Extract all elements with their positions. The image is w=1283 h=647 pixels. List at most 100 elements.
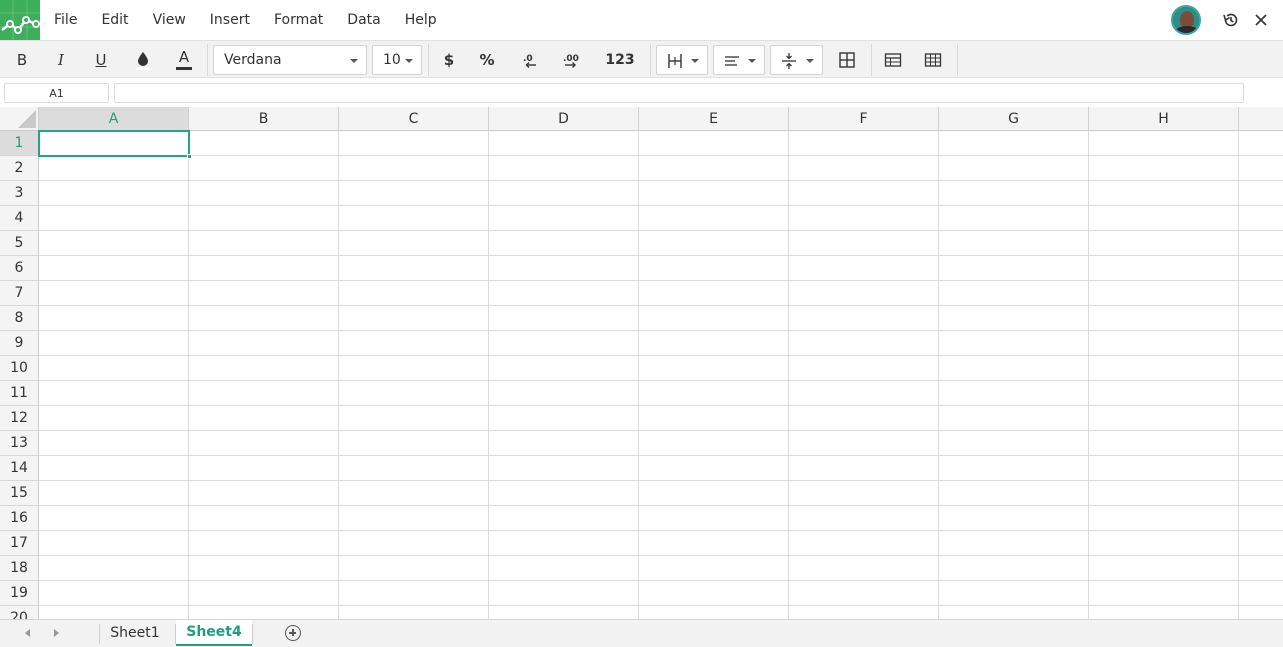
row-header-6[interactable]: 6 (0, 256, 39, 281)
currency-format-button[interactable]: $ (436, 41, 462, 79)
grid-row-line (39, 380, 1283, 381)
row-header-15[interactable]: 15 (0, 481, 39, 506)
sheet-tab-bar: Sheet1 Sheet4 (0, 619, 1283, 647)
toolbar-divider (428, 44, 429, 76)
row-header-20[interactable]: 20 (0, 606, 39, 619)
main-menu: File Edit View Insert Format Data Help (54, 0, 461, 40)
window-controls (1171, 2, 1273, 38)
selected-cell[interactable] (38, 130, 190, 157)
menu-file[interactable]: File (54, 12, 77, 28)
row-header-13[interactable]: 13 (0, 431, 39, 456)
svg-text:.0: .0 (523, 54, 533, 64)
menu-insert[interactable]: Insert (210, 12, 250, 28)
grid-row-line (39, 480, 1283, 481)
grid-row-line (39, 505, 1283, 506)
font-size-select[interactable]: 10 (372, 45, 422, 75)
select-all-corner[interactable] (0, 107, 39, 131)
formatting-toolbar: B I U A Verdana 10 $ % .0 .00 123 (0, 40, 1283, 78)
menu-format[interactable]: Format (274, 12, 323, 28)
column-header-filler (1239, 107, 1283, 131)
horizontal-align-dropdown[interactable] (713, 45, 765, 75)
grid-row-line (39, 605, 1283, 606)
menu-help[interactable]: Help (405, 12, 437, 28)
add-sheet-icon[interactable] (285, 625, 301, 641)
row-header-4[interactable]: 4 (0, 206, 39, 231)
row-header-2[interactable]: 2 (0, 156, 39, 181)
grid-row-line (39, 180, 1283, 181)
row-header-5[interactable]: 5 (0, 231, 39, 256)
toolbar-divider (650, 44, 651, 76)
user-avatar[interactable] (1171, 5, 1201, 35)
font-family-value: Verdana (224, 52, 282, 68)
number-format-button[interactable]: 123 (600, 41, 640, 79)
menu-view[interactable]: View (153, 12, 186, 28)
row-header-8[interactable]: 8 (0, 306, 39, 331)
column-header-d[interactable]: D (489, 107, 639, 131)
row-header-19[interactable]: 19 (0, 581, 39, 606)
row-header-14[interactable]: 14 (0, 456, 39, 481)
menu-data[interactable]: Data (347, 12, 380, 28)
chevron-down-icon (806, 59, 814, 63)
svg-text:.00: .00 (563, 54, 579, 64)
column-header-e[interactable]: E (639, 107, 789, 131)
row-header-10[interactable]: 10 (0, 356, 39, 381)
column-header-c[interactable]: C (339, 107, 489, 131)
freeze-rows-icon[interactable] (880, 41, 906, 79)
grid-row-line (39, 555, 1283, 556)
column-header-g[interactable]: G (939, 107, 1089, 131)
formula-input[interactable] (114, 83, 1244, 103)
app-logo-icon[interactable] (0, 0, 40, 40)
grid-row-line (39, 205, 1283, 206)
row-header-12[interactable]: 12 (0, 406, 39, 431)
toolbar-divider (207, 44, 208, 76)
grid-row-line (39, 280, 1283, 281)
toolbar-divider (957, 44, 958, 76)
prev-sheet-icon[interactable] (25, 629, 30, 637)
vertical-align-dropdown[interactable] (770, 45, 823, 75)
grid-row-line (39, 230, 1283, 231)
close-icon[interactable] (1249, 8, 1273, 32)
underline-button[interactable]: U (87, 41, 115, 79)
fill-handle[interactable] (187, 154, 192, 159)
sheet-tab-sheet1[interactable]: Sheet1 (100, 620, 170, 646)
row-header-16[interactable]: 16 (0, 506, 39, 531)
next-sheet-icon[interactable] (54, 629, 59, 637)
formula-bar: A1 (0, 79, 1283, 107)
align-left-icon (725, 56, 739, 66)
spreadsheet-grid[interactable]: A B C D E F G H 1 2 3 4 5 6 7 8 9 10 11 12 13 14 15 16 17 18 19 20 (0, 107, 1283, 619)
cell-reference-box[interactable]: A1 (4, 83, 109, 103)
chevron-down-icon (405, 59, 413, 63)
table-grid-icon[interactable] (920, 41, 946, 79)
bold-button[interactable]: B (8, 41, 36, 79)
row-header-17[interactable]: 17 (0, 531, 39, 556)
vertical-align-middle-icon (782, 53, 796, 69)
column-header-a[interactable]: A (39, 107, 189, 131)
row-header-18[interactable]: 18 (0, 556, 39, 581)
font-family-select[interactable]: Verdana (213, 45, 367, 75)
fill-color-icon[interactable] (129, 41, 157, 79)
decrease-decimal-icon[interactable]: .0 (515, 41, 543, 79)
text-color-button[interactable]: A (170, 41, 198, 79)
grid-row-line (39, 330, 1283, 331)
row-header-11[interactable]: 11 (0, 381, 39, 406)
column-header-h[interactable]: H (1089, 107, 1239, 131)
chevron-down-icon (748, 59, 756, 63)
menu-edit[interactable]: Edit (101, 12, 128, 28)
sheet-tab-sheet4[interactable]: Sheet4 (176, 620, 252, 646)
merge-cells-icon[interactable] (834, 41, 860, 79)
column-header-b[interactable]: B (189, 107, 339, 131)
italic-button[interactable]: I (47, 41, 75, 79)
row-header-7[interactable]: 7 (0, 281, 39, 306)
grid-row-line (39, 355, 1283, 356)
row-header-3[interactable]: 3 (0, 181, 39, 206)
history-icon[interactable] (1219, 8, 1243, 32)
grid-row-line (39, 305, 1283, 306)
column-header-f[interactable]: F (789, 107, 939, 131)
borders-dropdown[interactable] (656, 45, 708, 75)
row-header-9[interactable]: 9 (0, 331, 39, 356)
percent-format-button[interactable]: % (473, 41, 501, 79)
row-header-1[interactable]: 1 (0, 131, 39, 156)
increase-decimal-icon[interactable]: .00 (556, 41, 586, 79)
font-size-value: 10 (383, 52, 401, 68)
grid-row-line (39, 405, 1283, 406)
